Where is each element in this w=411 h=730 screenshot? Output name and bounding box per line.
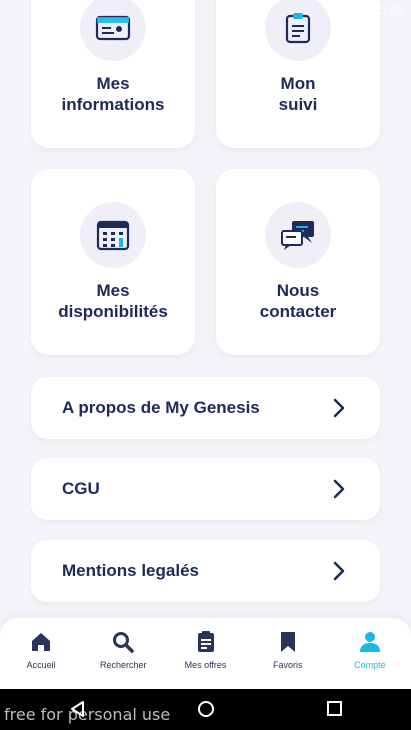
chevron-right-icon [333, 479, 345, 499]
status-clock: 15:20 [372, 3, 403, 17]
recents-icon[interactable] [326, 699, 344, 719]
status-bar: 15:20 [0, 0, 411, 24]
tab-compte[interactable]: Compte [329, 618, 411, 689]
clipboard-icon [197, 631, 214, 652]
row-label: CGU [62, 479, 100, 498]
row-about[interactable]: A propos de My Genesis [31, 377, 380, 439]
tab-rechercher[interactable]: Rechercher [82, 618, 164, 689]
tab-label: Compte [354, 660, 386, 670]
home-button-icon[interactable] [196, 699, 216, 719]
tile-label: Mon suivi [278, 74, 318, 114]
home-icon [32, 633, 51, 651]
row-cgu[interactable]: CGU [31, 458, 380, 520]
tab-label: Favoris [272, 660, 303, 670]
tile-label: Mes informations [61, 74, 165, 114]
tab-favoris[interactable]: Favoris [247, 618, 329, 689]
chevron-right-icon [333, 398, 345, 418]
tab-label: Mes offres [184, 660, 227, 670]
tab-label: Rechercher [100, 660, 147, 670]
tile-nous-contacter[interactable]: Nous contacter [216, 169, 380, 355]
bookmark-icon [280, 632, 295, 652]
bottom-tab-bar: Accueil Rechercher Mes offres Favoris Co… [0, 618, 411, 689]
calendar-icon [80, 202, 146, 268]
chat-icon [265, 202, 331, 268]
tile-mes-disponibilites[interactable]: Mes disponibilités [31, 169, 195, 355]
tile-label: Mes disponibilités [58, 281, 168, 321]
row-label: Mentions legalés [62, 561, 199, 580]
account-menu: Mes informations Mon suivi Mes disponibi… [0, 0, 411, 618]
tab-label: Accueil [26, 660, 56, 670]
user-icon [359, 632, 380, 652]
tab-mes-offres[interactable]: Mes offres [164, 618, 246, 689]
back-icon[interactable] [68, 699, 88, 719]
system-navigation-bar: free for personal use [0, 689, 411, 730]
tile-label: Nous contacter [259, 281, 337, 321]
search-icon [113, 632, 135, 653]
row-mentions-legales[interactable]: Mentions legalés [31, 540, 380, 602]
row-label: A propos de My Genesis [62, 398, 260, 417]
tab-accueil[interactable]: Accueil [0, 618, 82, 689]
chevron-right-icon [333, 561, 345, 581]
